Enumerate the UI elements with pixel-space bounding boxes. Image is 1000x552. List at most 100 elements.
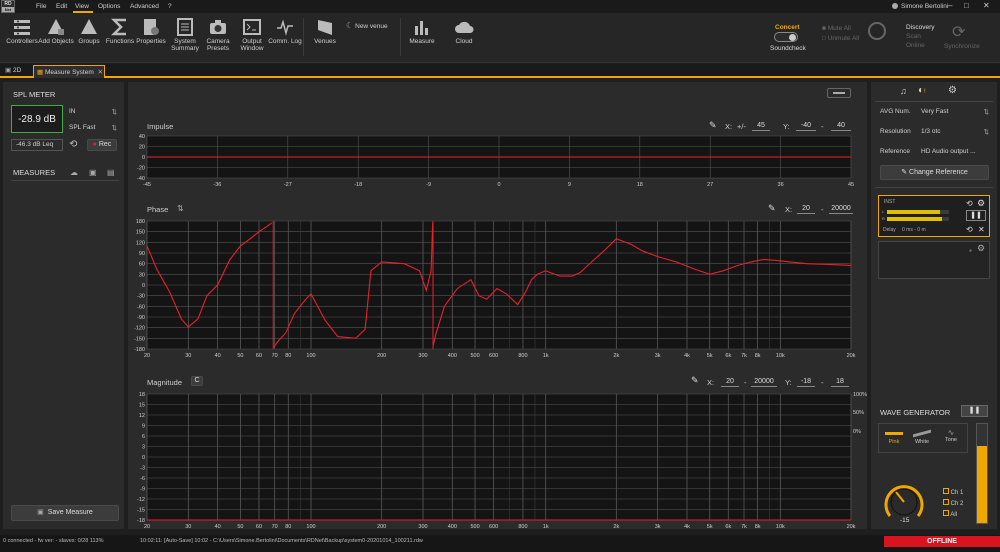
mute-all-button[interactable]: ■ Mute All (822, 25, 851, 32)
measurement-charts[interactable]: 40200-20-40-45 -36 -27 -18 -9 0 9 18 27 36 45 1801… (128, 130, 867, 529)
menu-edit[interactable]: Edit (56, 3, 67, 10)
synchronize-button[interactable]: Synchronize (944, 43, 980, 50)
wave-type-white[interactable]: White (911, 429, 933, 445)
channel-name: INST (884, 199, 896, 205)
save-icon[interactable]: ▣ (89, 168, 97, 177)
change-reference-button[interactable]: ✎ Change Reference (880, 165, 989, 180)
wave-type-pink[interactable]: Pink (883, 430, 905, 445)
toolbar-camera-presets[interactable]: Camera Presets (199, 14, 237, 52)
upload-icon[interactable]: ☁ (70, 168, 78, 177)
coherence-tick-label: 0% (853, 429, 861, 435)
toolbar-cloud[interactable]: Cloud (445, 14, 483, 45)
wave-generator-pause-button[interactable]: ❚❚ (961, 405, 988, 417)
x-tick-label: 36 (778, 182, 784, 188)
export-icon[interactable]: ▤ (107, 168, 115, 177)
center-panel-menu-button[interactable] (827, 88, 851, 98)
save-measure-button[interactable]: ▣ Save Measure (11, 505, 119, 521)
tab-measure-system[interactable]: ▦ Measure System ✕ (33, 65, 105, 78)
toolbar-new-venue[interactable]: ☾ New venue (346, 21, 388, 30)
soundcheck-toggle[interactable] (774, 32, 798, 42)
menu-advanced[interactable]: Advanced (130, 3, 159, 10)
toolbar-measure[interactable]: Measure (403, 14, 441, 45)
x-tick-label: 80 (285, 353, 291, 359)
toolbar-divider (400, 18, 401, 56)
delay-ms-field[interactable]: 0 ms - 0 m (902, 227, 926, 233)
level-fill (887, 217, 942, 221)
right-panel-divider (875, 101, 993, 102)
tab-2d[interactable]: ▣ 2D (5, 66, 21, 77)
x-tick-label: 10k (776, 353, 785, 359)
minimize-button[interactable]: – (948, 1, 952, 10)
y-tick-label: -15 (137, 508, 145, 514)
avg-select[interactable]: Very Fast ⇅ (921, 108, 989, 116)
user-name[interactable]: Simone Bertolini (901, 3, 948, 10)
gear-icon[interactable]: ⚙ (977, 243, 985, 254)
x-tick-label: 40 (215, 524, 221, 529)
level-meter-left (887, 210, 949, 214)
maximize-button[interactable]: □ (964, 1, 969, 10)
gear-icon[interactable]: ⚙ (977, 198, 985, 209)
cloud-icon (455, 21, 474, 33)
menu-view[interactable]: View (75, 3, 89, 10)
x-tick-label: 10k (776, 524, 785, 529)
x-tick-label: 6k (725, 524, 731, 529)
y-tick-label: -20 (137, 166, 145, 172)
level-meter-right (887, 217, 949, 221)
x-tick-label: 70 (272, 353, 278, 359)
reset-icon[interactable]: ⟲ (966, 199, 973, 208)
unmute-all-button[interactable]: □ Unmute All (822, 35, 859, 42)
menu-icon (833, 92, 845, 94)
toolbar-properties[interactable]: Properties (132, 14, 170, 45)
menu-options[interactable]: Options (98, 3, 120, 10)
gear-icon[interactable]: ⚙ (948, 85, 957, 96)
gauge-icon[interactable]: ◐! (918, 85, 926, 96)
output-ch1-checkbox[interactable]: Ch 1 (943, 488, 963, 496)
alert-icon: ! (924, 89, 926, 95)
close-icon[interactable]: ✕ (978, 225, 985, 234)
discovery-button[interactable]: Discovery (906, 24, 935, 31)
x-tick-label: 500 (470, 353, 479, 359)
scan-button[interactable]: Scan (906, 33, 921, 40)
menu-help[interactable]: ? (168, 3, 172, 10)
x-tick-label: 70 (272, 524, 278, 529)
empty-channel-slot[interactable] (878, 241, 990, 279)
mic-icon[interactable]: ♫ (900, 86, 907, 96)
updown-icon: ⇅ (111, 109, 117, 116)
x-tick-label: 200 (377, 524, 386, 529)
spl-mode-select[interactable]: SPL Fast ⇅ (69, 124, 119, 132)
magnitude-chart: 1815129630-3-6-9-12-15-1820 30 40 50 60 70 80 1… (137, 392, 867, 529)
checkbox-icon (943, 488, 949, 494)
groups-icon (81, 19, 97, 34)
x-tick-label: 30 (185, 524, 191, 529)
toolbar-comm-log[interactable]: Comm. Log (266, 14, 304, 45)
menu-file[interactable]: File (36, 3, 46, 10)
x-tick-label: 200 (377, 353, 386, 359)
x-tick-label: 3k (655, 524, 661, 529)
spl-input-select[interactable]: IN ⇅ (69, 108, 119, 116)
comm-log-icon (277, 19, 293, 36)
output-all-checkbox[interactable]: All (943, 510, 957, 518)
toolbar-venues[interactable]: Venues (306, 14, 344, 45)
wave-type-tone[interactable]: ∿ Tone (940, 428, 962, 443)
x-tick-label: 7k (741, 524, 747, 529)
link-icon[interactable]: ⟲ (966, 225, 973, 234)
pause-button[interactable]: ❚❚ (966, 210, 986, 221)
history-icon[interactable]: ⟲ (69, 139, 77, 150)
close-button[interactable]: ✕ (983, 1, 990, 10)
level-fill (887, 210, 940, 214)
updown-icon: ⇅ (983, 109, 989, 116)
white-noise-icon (913, 429, 931, 438)
toolbar-controllers[interactable]: Controllers (3, 14, 41, 45)
x-tick-label: 80 (285, 524, 291, 529)
resolution-select[interactable]: 1/3 otc ⇅ (921, 128, 989, 136)
x-tick-label: 27 (707, 182, 713, 188)
x-tick-label: 9 (568, 182, 571, 188)
output-ch2-checkbox[interactable]: Ch 2 (943, 499, 963, 507)
x-tick-label: 400 (448, 353, 457, 359)
y-tick-label: -30 (137, 294, 145, 300)
concert-label[interactable]: Concert (775, 24, 800, 31)
rec-button[interactable]: ● Rec (87, 139, 117, 151)
close-tab-icon[interactable]: ✕ (98, 69, 103, 76)
updown-icon: ⇅ (111, 125, 117, 132)
online-button[interactable]: Online (906, 42, 925, 49)
